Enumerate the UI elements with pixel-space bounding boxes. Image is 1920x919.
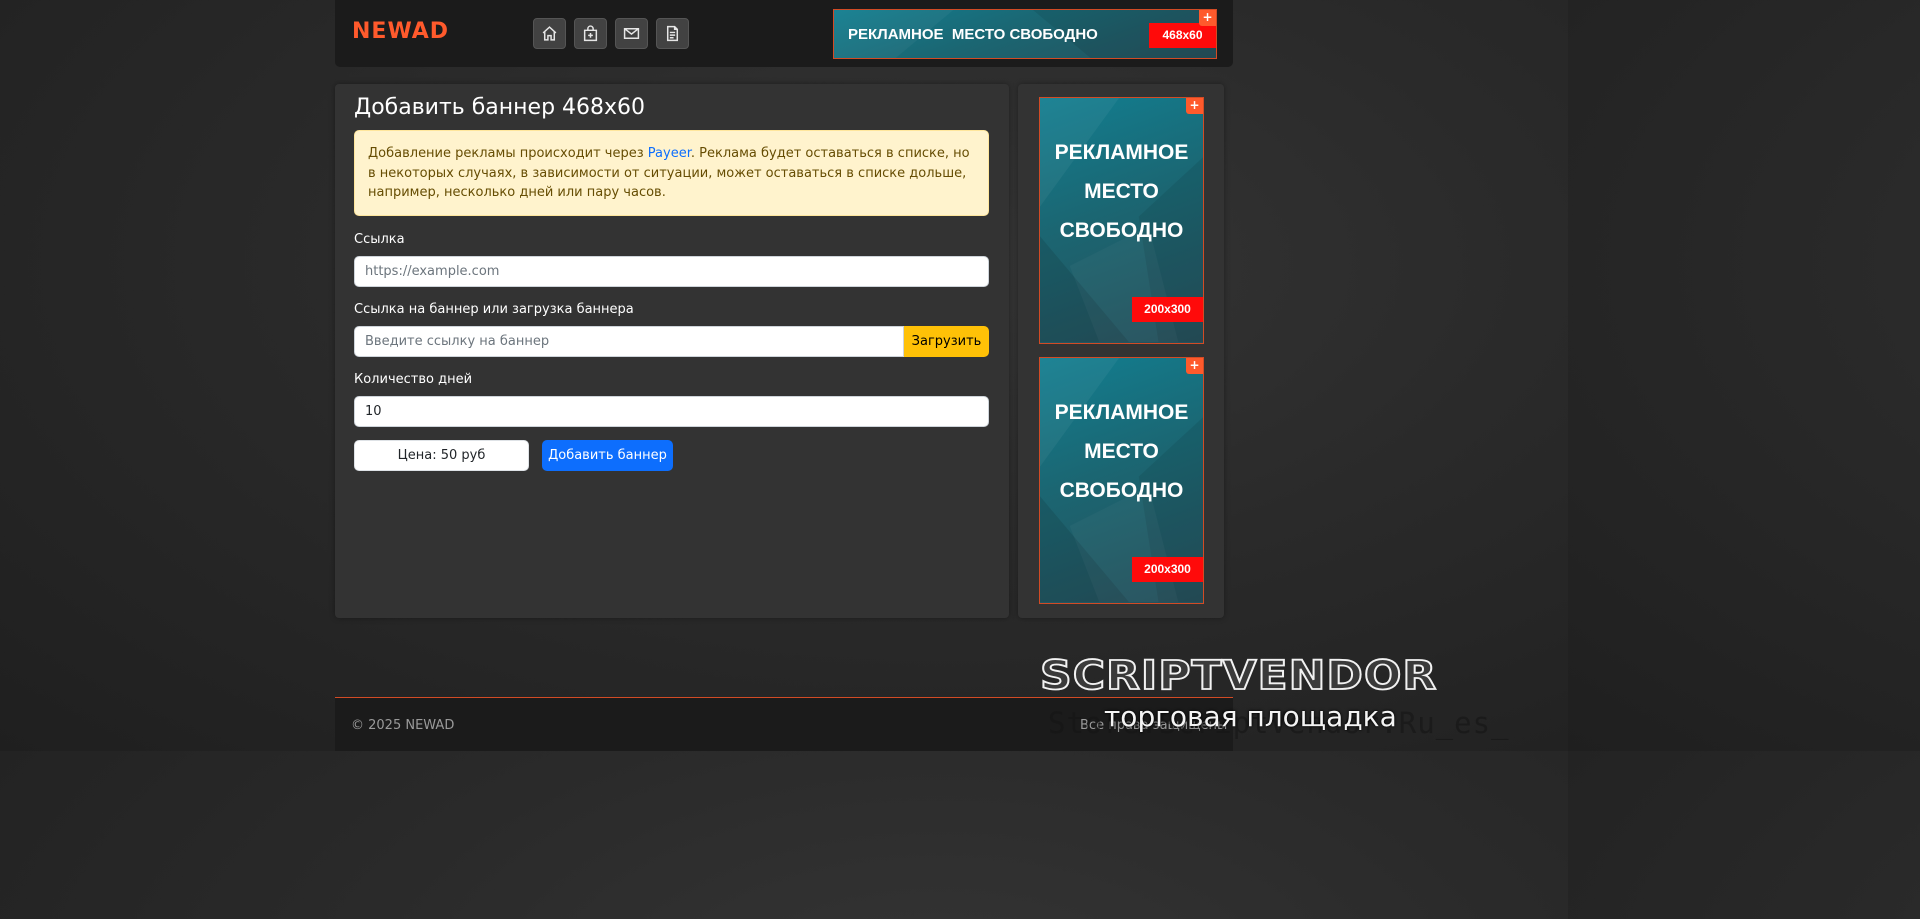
envelope-icon xyxy=(623,27,640,40)
document-icon xyxy=(666,25,679,42)
ad-text-line: РЕКЛАМНОЕ xyxy=(1054,401,1189,424)
footer-copyright: © 2025 NEWAD xyxy=(351,718,455,733)
rules-button[interactable] xyxy=(656,18,689,49)
add-ad-icon[interactable]: + xyxy=(1186,98,1203,114)
banner-url-label: Ссылка на баннер или загрузка баннера xyxy=(354,302,634,317)
link-label: Ссылка xyxy=(354,232,405,247)
alert-text-before: Добавление рекламы происходит через xyxy=(368,146,648,161)
payeer-link[interactable]: Payeer xyxy=(648,146,691,161)
add-banner-button[interactable] xyxy=(574,18,607,49)
ad-text-line: МЕСТО xyxy=(1084,180,1159,203)
add-ad-icon[interactable]: + xyxy=(1186,358,1203,374)
scriptvendor-watermark: Store.ScriptVendor.Ru_es_ SCRIPTVENDOR т… xyxy=(1036,650,1550,740)
home-icon xyxy=(542,26,557,41)
days-label: Количество дней xyxy=(354,372,473,387)
banner-url-input[interactable] xyxy=(354,326,904,357)
watermark-subtitle: торговая площадка xyxy=(1104,700,1397,733)
ad-text-line: СВОБОДНО xyxy=(1059,219,1184,242)
watermark-logo-text: SCRIPTVENDOR xyxy=(1039,651,1438,700)
upload-button[interactable]: Загрузить xyxy=(904,326,989,357)
side-ad-banner-2[interactable]: РЕКЛАМНОЕ МЕСТО СВОБОДНО 200x300 + xyxy=(1039,357,1204,604)
add-ad-icon[interactable]: + xyxy=(1199,10,1216,26)
ad-text-line: СВОБОДНО xyxy=(1059,479,1184,502)
top-ad-banner[interactable]: РЕКЛАМНОЕ МЕСТО СВОБОДНО 468x60 + xyxy=(833,9,1217,59)
ad-text: РЕКЛАМНОЕ МЕСТО СВОБОДНО xyxy=(848,26,1098,43)
add-banner-card: Добавить баннер 468x60 Добавление реклам… xyxy=(335,84,1009,618)
page-title: Добавить баннер 468x60 xyxy=(354,95,646,120)
ad-size-badge: 200x300 xyxy=(1132,557,1203,582)
ad-size-badge: 468x60 xyxy=(1149,23,1216,48)
days-input[interactable] xyxy=(354,396,989,427)
site-logo[interactable]: NEWAD xyxy=(352,19,449,44)
info-alert: Добавление рекламы происходит через Paye… xyxy=(354,130,989,216)
link-input[interactable] xyxy=(354,256,989,287)
bag-plus-icon xyxy=(583,25,598,42)
price-display: Цена: 50 руб xyxy=(354,440,529,471)
ad-text-line: МЕСТО xyxy=(1084,440,1159,463)
contact-button[interactable] xyxy=(615,18,648,49)
ad-size-badge: 200x300 xyxy=(1132,297,1203,322)
home-button[interactable] xyxy=(533,18,566,49)
side-ad-banner-1[interactable]: РЕКЛАМНОЕ МЕСТО СВОБОДНО 200x300 + xyxy=(1039,97,1204,344)
ad-text: РЕКЛАМНОЕ МЕСТО СВОБОДНО xyxy=(1040,393,1203,510)
ad-text: РЕКЛАМНОЕ МЕСТО СВОБОДНО xyxy=(1040,133,1203,250)
ad-text-line: РЕКЛАМНОЕ xyxy=(1054,141,1189,164)
header-nav xyxy=(533,18,689,49)
add-banner-submit-button[interactable]: Добавить баннер xyxy=(542,440,673,471)
